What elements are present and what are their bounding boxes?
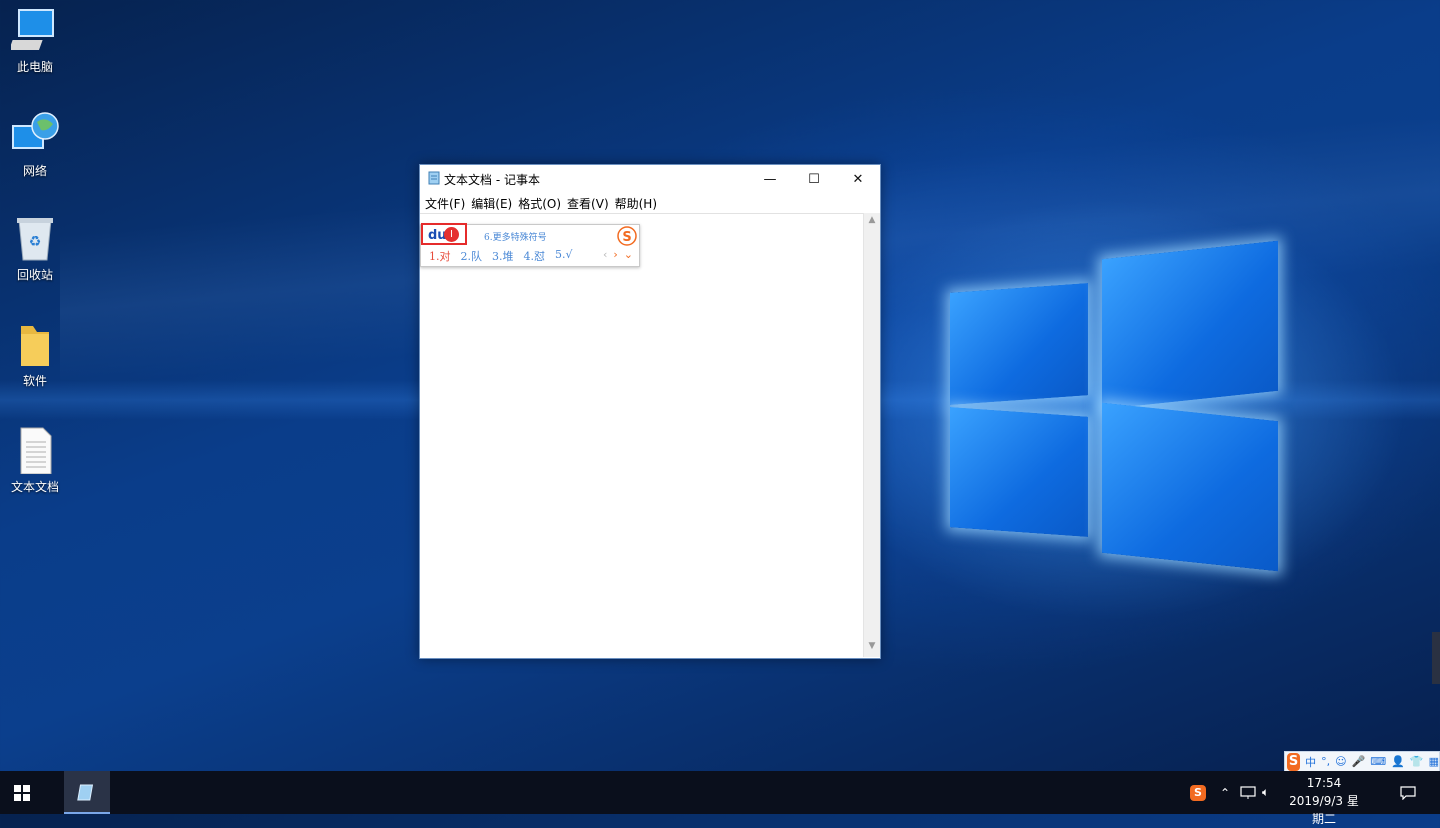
menu-help[interactable]: 帮助(H) bbox=[612, 193, 660, 213]
title-bar[interactable]: 文本文档 - 记事本 — ☐ ✕ bbox=[420, 165, 880, 193]
minimize-button[interactable]: — bbox=[748, 165, 792, 193]
sogou-icon[interactable]: S bbox=[1287, 752, 1301, 771]
recycle-bin-icon: ♻ bbox=[11, 214, 59, 262]
window-title: 文本文档 - 记事本 bbox=[444, 173, 540, 187]
mouse-cursor-icon: I bbox=[444, 227, 459, 242]
ime-toolbox-icon[interactable]: ▦ bbox=[1429, 755, 1439, 768]
scroll-down-icon[interactable]: ▼ bbox=[864, 641, 880, 655]
windows-logo-wallpaper bbox=[940, 240, 1300, 580]
taskbar: S ⌃ 🔈︎ 17:54 2019/9/3 星期二 bbox=[0, 771, 1440, 826]
ime-page-controls: ‹ › ⌄ bbox=[603, 248, 633, 261]
desktop-icon-network[interactable]: 网络 bbox=[4, 110, 66, 179]
ime-candidate-3[interactable]: 3.堆 bbox=[492, 248, 514, 264]
computer-icon bbox=[8, 6, 59, 54]
text-editor-area[interactable] bbox=[420, 213, 863, 658]
maximize-button[interactable]: ☐ bbox=[792, 165, 836, 193]
network-tray-icon[interactable] bbox=[1240, 771, 1256, 814]
vertical-scrollbar[interactable]: ▲ ▼ bbox=[863, 213, 880, 657]
folder-icon bbox=[11, 320, 59, 368]
notepad-icon bbox=[427, 171, 441, 185]
svg-text:S: S bbox=[622, 230, 631, 245]
windows-start-icon bbox=[14, 784, 30, 801]
desktop-icon-text-document[interactable]: 文本文档 bbox=[4, 426, 66, 495]
ime-candidate-1[interactable]: 1.对 bbox=[429, 248, 451, 264]
side-panel-handle[interactable] bbox=[1432, 632, 1440, 684]
taskbar-clock[interactable]: 17:54 2019/9/3 星期二 bbox=[1286, 774, 1362, 828]
sogou-logo-icon: S bbox=[617, 226, 637, 246]
ime-voice-icon[interactable]: 🎤 bbox=[1352, 755, 1366, 768]
start-button[interactable] bbox=[0, 771, 44, 814]
menu-format[interactable]: 格式(O) bbox=[515, 193, 564, 213]
ime-candidate-2[interactable]: 2.队 bbox=[461, 248, 483, 264]
ime-keyboard-icon[interactable]: ⌨ bbox=[1370, 755, 1386, 768]
ime-toolbar: S 中 °, ☺ 🎤 ⌨ 👤 👕 ▦ bbox=[1284, 751, 1440, 772]
desktop-icon-this-pc[interactable]: 此电脑 bbox=[4, 6, 66, 75]
ime-punctuation-icon[interactable]: °, bbox=[1321, 755, 1330, 768]
menu-bar: 文件(F) 编辑(E) 格式(O) 查看(V) 帮助(H) bbox=[420, 193, 880, 213]
ime-candidate-5[interactable]: 5.√ bbox=[555, 248, 573, 264]
scroll-up-icon[interactable]: ▲ bbox=[864, 215, 880, 229]
ime-candidate-4[interactable]: 4.怼 bbox=[524, 248, 546, 264]
ime-prev-page-icon[interactable]: ‹ bbox=[603, 248, 607, 261]
tray-sogou-icon[interactable]: S bbox=[1190, 771, 1206, 814]
ime-expand-icon[interactable]: ⌄ bbox=[624, 248, 633, 261]
svg-text:♻: ♻ bbox=[29, 234, 42, 250]
notification-center-icon[interactable] bbox=[1400, 771, 1416, 814]
clock-date: 2019/9/3 星期二 bbox=[1289, 794, 1359, 826]
ime-skin-icon[interactable]: 👕 bbox=[1410, 755, 1424, 768]
ime-user-icon[interactable]: 👤 bbox=[1391, 755, 1405, 768]
text-document-icon bbox=[11, 426, 59, 475]
taskbar-notepad-button[interactable] bbox=[64, 771, 110, 814]
ime-candidate-list: 1.对 2.队 3.堆 4.怼 5.√ bbox=[429, 248, 573, 264]
volume-icon[interactable]: 🔈︎ bbox=[1262, 771, 1269, 814]
ime-next-page-icon[interactable]: › bbox=[613, 248, 617, 261]
ime-emoji-icon[interactable]: ☺ bbox=[1335, 755, 1346, 768]
menu-file[interactable]: 文件(F) bbox=[422, 193, 468, 213]
ime-mode-chinese[interactable]: 中 bbox=[1305, 754, 1316, 770]
desktop-icon-recycle-bin[interactable]: ♻ 回收站 bbox=[4, 214, 66, 283]
clock-time: 17:54 bbox=[1306, 776, 1342, 790]
notepad-taskbar-icon bbox=[77, 784, 94, 800]
close-button[interactable]: ✕ bbox=[836, 165, 880, 193]
network-icon bbox=[11, 110, 59, 158]
desktop-icon-software-folder[interactable]: 软件 bbox=[4, 320, 66, 389]
menu-edit[interactable]: 编辑(E) bbox=[468, 193, 515, 213]
ime-hint-text[interactable]: 6.更多特殊符号 bbox=[484, 230, 547, 243]
show-hidden-icons-icon[interactable]: ⌃ bbox=[1220, 771, 1230, 814]
menu-view[interactable]: 查看(V) bbox=[564, 193, 612, 213]
